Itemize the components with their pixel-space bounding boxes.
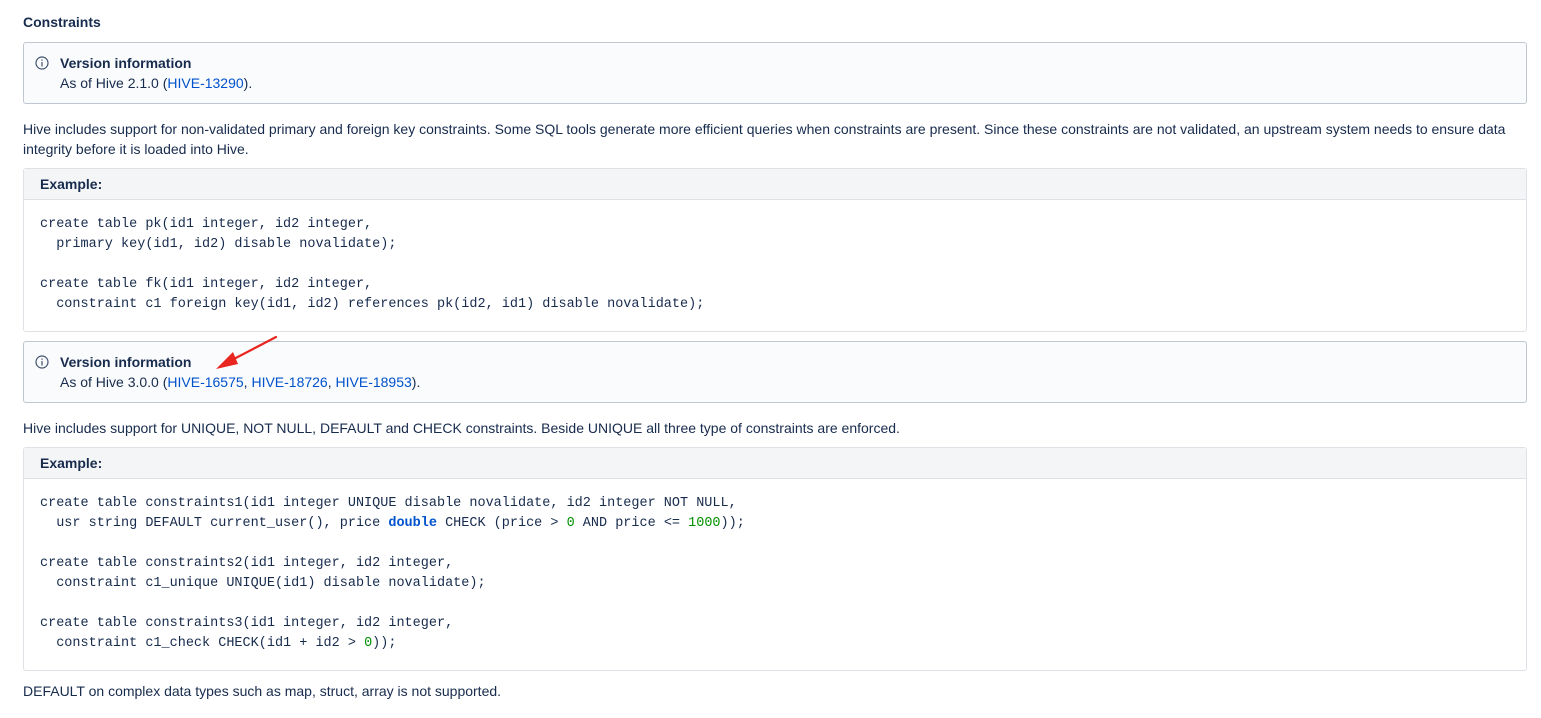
enforced-constraints-description: Hive includes support for UNIQUE, NOT NU… <box>23 420 900 436</box>
code-text: )); <box>720 516 745 531</box>
version-info-panel: Version information As of Hive 3.0.0 (HI… <box>23 341 1527 403</box>
code-line: create table constraints1(id1 integer UN… <box>40 494 1510 514</box>
code-text: constraint c1_unique UNIQUE(id1) disable… <box>40 576 486 591</box>
jira-link-hive-13290[interactable]: HIVE-13290 <box>167 75 243 91</box>
code-line: constraint c1 foreign key(id1, id2) refe… <box>40 297 705 312</box>
section-heading: Constraints <box>23 14 101 30</box>
code-line: create table pk(id1 integer, id2 integer… <box>40 217 373 232</box>
version-info-text: As of Hive 3.0.0 (HIVE-16575, HIVE-18726… <box>60 374 420 390</box>
code-example-header: Example: <box>24 448 1526 479</box>
code-line: constraint c1_unique UNIQUE(id1) disable… <box>40 574 1510 594</box>
code-number: 0 <box>566 516 575 531</box>
code-text: )); <box>372 636 397 651</box>
version-info-text: As of Hive 2.1.0 (HIVE-13290). <box>60 75 252 91</box>
link-separator: , <box>327 374 336 390</box>
code-line: create table fk(id1 integer, id2 integer… <box>40 277 373 292</box>
code-text: create table constraints1(id1 integer UN… <box>40 496 737 511</box>
version-info-title: Version information <box>60 354 192 370</box>
code-line: create table constraints2(id1 integer, i… <box>40 554 1510 574</box>
version-info-suffix: ). <box>243 75 253 91</box>
version-info-suffix: ). <box>411 374 421 390</box>
code-example-header: Example: <box>24 169 1526 200</box>
code-keyword: double <box>388 516 437 531</box>
code-text: AND price <= <box>574 516 689 531</box>
code-text: create table constraints2(id1 integer, i… <box>40 556 454 571</box>
jira-link-hive-18726[interactable]: HIVE-18726 <box>251 374 327 390</box>
code-block: create table constraints1(id1 integer UN… <box>24 479 1526 670</box>
code-example-panel: Example: create table pk(id1 integer, id… <box>23 168 1527 332</box>
code-line: usr string DEFAULT current_user(), price… <box>40 514 1510 534</box>
code-line: create table constraints3(id1 integer, i… <box>40 614 1510 634</box>
version-info-title: Version information <box>60 55 192 71</box>
code-number: 0 <box>364 636 373 651</box>
code-text: constraint c1_check CHECK(id1 + id2 > <box>40 636 365 651</box>
version-info-panel: Version information As of Hive 2.1.0 (HI… <box>23 42 1527 104</box>
code-line: constraint c1_check CHECK(id1 + id2 > 0)… <box>40 634 1510 654</box>
info-icon <box>35 355 49 369</box>
code-example-panel: Example: create table constraints1(id1 i… <box>23 447 1527 671</box>
jira-link-hive-18953[interactable]: HIVE-18953 <box>336 374 412 390</box>
default-limitation-note: DEFAULT on complex data types such as ma… <box>23 683 502 699</box>
code-number: 1000 <box>688 516 721 531</box>
code-text: create table constraints3(id1 integer, i… <box>40 616 454 631</box>
jira-link-hive-16575[interactable]: HIVE-16575 <box>167 374 243 390</box>
version-info-prefix: As of Hive 2.1.0 ( <box>60 75 168 91</box>
code-block: create table pk(id1 integer, id2 integer… <box>24 200 1526 331</box>
code-text: usr string DEFAULT current_user(), price <box>40 516 389 531</box>
info-icon <box>35 56 49 70</box>
version-info-prefix: As of Hive 3.0.0 ( <box>60 374 168 390</box>
code-text: CHECK (price > <box>436 516 567 531</box>
constraints-description: Hive includes support for non-validated … <box>23 121 1506 157</box>
code-line: primary key(id1, id2) disable novalidate… <box>40 237 397 252</box>
